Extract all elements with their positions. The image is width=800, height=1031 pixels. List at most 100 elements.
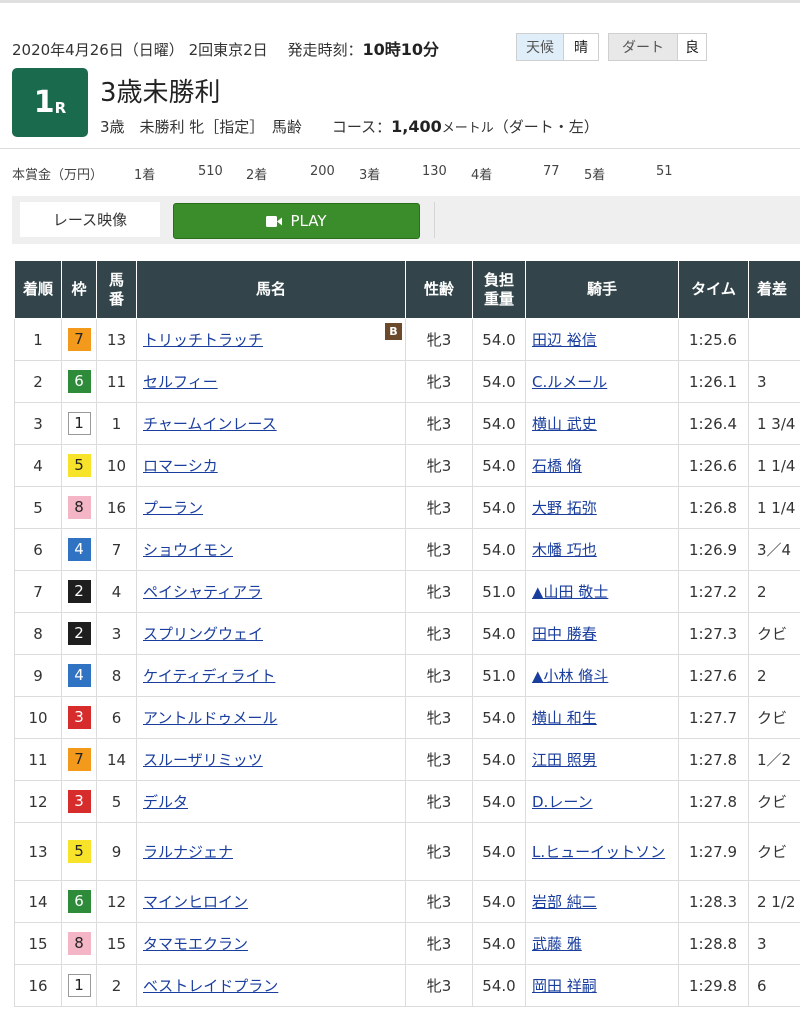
time-cell: 1:26.4 xyxy=(678,402,749,445)
waku-cell: 4 xyxy=(61,528,97,571)
result-row: 4 5 10 ロマーシカ 牝3 54.0 石橋 脩 1:26.6 1 1/4 xyxy=(14,444,800,487)
col-margin[interactable]: 着差 xyxy=(748,260,800,319)
horse-name-cell: セルフィー xyxy=(136,360,406,403)
horse-link[interactable]: アントルドゥメール xyxy=(143,709,277,727)
jockey-link[interactable]: 岡田 祥嗣 xyxy=(532,977,597,995)
rank-cell: 4 xyxy=(14,444,62,487)
rank-cell: 5 xyxy=(14,486,62,529)
horse-link[interactable]: ペイシャティアラ xyxy=(143,583,262,601)
margin-cell: 3 xyxy=(748,922,800,965)
waku-badge: 7 xyxy=(67,328,91,351)
result-row: 10 3 6 アントルドゥメール 牝3 54.0 横山 和生 1:27.7 クビ xyxy=(14,696,800,739)
horse-link[interactable]: マインヒロイン xyxy=(143,893,248,911)
horse-link[interactable]: プーラン xyxy=(143,499,203,517)
rank-cell: 8 xyxy=(14,612,62,655)
horse-link[interactable]: スプリングウェイ xyxy=(143,625,263,643)
race-video-label: レース映像 xyxy=(20,202,160,237)
play-button[interactable]: PLAY xyxy=(173,203,420,239)
horse-link[interactable]: スルーザリミッツ xyxy=(143,751,263,769)
margin-cell: クビ xyxy=(748,696,800,739)
prize-amount: 130 xyxy=(422,164,447,179)
track-condition-value: 良 xyxy=(678,34,706,60)
jockey-cell: C.ルメール xyxy=(525,360,679,403)
weight-cell: 54.0 xyxy=(472,360,526,403)
jockey-cell: D.レーン xyxy=(525,780,679,823)
horse-link[interactable]: チャームインレース xyxy=(143,415,277,433)
waku-badge: 1 xyxy=(67,412,91,435)
result-row: 1 7 13 トリッチトラッチ B 牝3 54.0 田辺 裕信 1:25.6 xyxy=(14,318,800,361)
weight-cell: 51.0 xyxy=(472,570,526,613)
video-bar: レース映像 PLAY xyxy=(12,196,800,244)
weather-value: 晴 xyxy=(564,34,598,60)
rank-cell: 16 xyxy=(14,964,62,1007)
jockey-link[interactable]: ▲小林 脩斗 xyxy=(532,667,608,685)
col-jockey[interactable]: 騎手 xyxy=(525,260,679,319)
jockey-link[interactable]: 田中 勝春 xyxy=(532,625,597,643)
col-time[interactable]: タイム xyxy=(678,260,749,319)
horse-name-cell: ラルナジェナ xyxy=(136,822,406,881)
horse-link[interactable]: セルフィー xyxy=(143,373,218,391)
col-sex-age[interactable]: 性齢 xyxy=(405,260,473,319)
video-camera-icon xyxy=(266,215,283,227)
weight-cell: 54.0 xyxy=(472,486,526,529)
jockey-link[interactable]: 大野 拓弥 xyxy=(532,499,597,517)
waku-badge: 8 xyxy=(67,496,91,519)
horse-name-cell: プーラン xyxy=(136,486,406,529)
horse-name-cell: ペイシャティアラ xyxy=(136,570,406,613)
col-horse-number[interactable]: 馬番 xyxy=(96,260,137,319)
waku-badge: 1 xyxy=(67,974,91,997)
jockey-link[interactable]: ▲山田 敬士 xyxy=(532,583,608,601)
horse-number-cell: 11 xyxy=(96,360,137,403)
horse-link[interactable]: ラルナジェナ xyxy=(143,843,233,861)
col-horse-name[interactable]: 馬名 xyxy=(136,260,406,319)
time-cell: 1:26.1 xyxy=(678,360,749,403)
time-cell: 1:27.9 xyxy=(678,822,749,881)
jockey-cell: 横山 武史 xyxy=(525,402,679,445)
horse-link[interactable]: トリッチトラッチ xyxy=(143,331,263,349)
jockey-link[interactable]: 田辺 裕信 xyxy=(532,331,597,349)
rank-cell: 10 xyxy=(14,696,62,739)
sex-age-cell: 牝3 xyxy=(405,402,473,445)
jockey-link[interactable]: L.ヒューイットソン xyxy=(532,843,665,861)
margin-cell: 1／2 xyxy=(748,738,800,781)
jockey-link[interactable]: 武藤 雅 xyxy=(532,935,582,953)
margin-cell: クビ xyxy=(748,780,800,823)
jockey-cell: 岡田 祥嗣 xyxy=(525,964,679,1007)
jockey-link[interactable]: C.ルメール xyxy=(532,373,607,391)
section-divider xyxy=(0,148,800,149)
weather-box: 天候 晴 xyxy=(516,33,599,61)
jockey-link[interactable]: 横山 和生 xyxy=(532,709,597,727)
jockey-cell: 大野 拓弥 xyxy=(525,486,679,529)
col-weight[interactable]: 負担 重量 xyxy=(472,260,526,319)
rank-cell: 2 xyxy=(14,360,62,403)
weather-label: 天候 xyxy=(517,34,564,60)
horse-name-cell: トリッチトラッチ B xyxy=(136,318,406,361)
jockey-link[interactable]: D.レーン xyxy=(532,793,593,811)
horse-name-cell: タマモエクラン xyxy=(136,922,406,965)
horse-link[interactable]: ロマーシカ xyxy=(143,457,218,475)
jockey-link[interactable]: 江田 照男 xyxy=(532,751,597,769)
jockey-link[interactable]: 石橋 脩 xyxy=(532,457,582,475)
col-waku[interactable]: 枠 xyxy=(61,260,97,319)
horse-number-cell: 1 xyxy=(96,402,137,445)
horse-link[interactable]: デルタ xyxy=(143,793,188,811)
horse-number-cell: 12 xyxy=(96,880,137,923)
horse-number-cell: 13 xyxy=(96,318,137,361)
prize-place: 3着 xyxy=(359,168,381,183)
sex-age-cell: 牝3 xyxy=(405,696,473,739)
horse-link[interactable]: ショウイモン xyxy=(143,541,233,559)
horse-link[interactable]: ベストレイドプラン xyxy=(143,977,278,995)
horse-link[interactable]: タマモエクラン xyxy=(143,935,248,953)
jockey-link[interactable]: 岩部 純二 xyxy=(532,893,597,911)
col-weight-b: 重量 xyxy=(483,289,514,308)
jockey-link[interactable]: 横山 武史 xyxy=(532,415,597,433)
sex-age-cell: 牝3 xyxy=(405,922,473,965)
race-conditions: 3歳 未勝利 牝［指定］ 馬齢 コース：1,400メートル（ダート・左） xyxy=(100,116,599,137)
rank-cell: 6 xyxy=(14,528,62,571)
waku-badge: 7 xyxy=(67,748,91,771)
jockey-link[interactable]: 木幡 巧也 xyxy=(532,541,597,559)
time-cell: 1:27.8 xyxy=(678,738,749,781)
col-rank[interactable]: 着順 xyxy=(14,260,62,319)
horse-link[interactable]: ケイティディライト xyxy=(143,667,275,685)
time-cell: 1:26.8 xyxy=(678,486,749,529)
